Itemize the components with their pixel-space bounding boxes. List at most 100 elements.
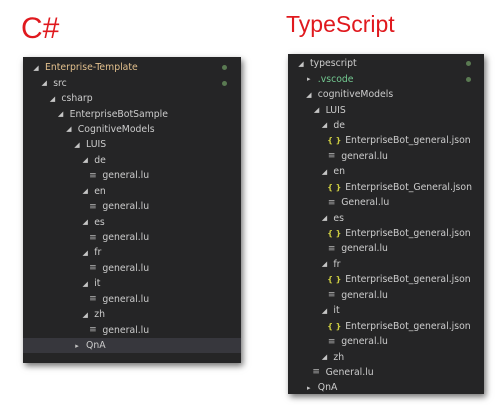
chevron-down-icon[interactable]: ◢ — [80, 218, 90, 226]
tree-item-label: csharp — [61, 93, 93, 105]
lu-file-icon: ≡ — [327, 336, 336, 347]
chevron-down-icon[interactable]: ◢ — [319, 307, 329, 315]
tree-folder-qna[interactable]: ▸ QnA — [288, 380, 484, 394]
tree-item-label: general.lu — [341, 289, 388, 301]
tree-item-label: QnA — [317, 382, 338, 394]
tree-folder-src[interactable]: ◢ src — [23, 75, 241, 90]
tree-item-label: general.lu — [341, 336, 388, 348]
tree-item-label: typescript — [310, 58, 357, 70]
tree-file-general-lu[interactable]: ≡ general.lu — [288, 241, 484, 256]
tree-file-enterprisebot-general-json[interactable]: { } EnterpriseBot_general.json — [288, 318, 484, 333]
tree-file-general-lu[interactable]: ≡ general.lu — [288, 288, 484, 303]
tree-folder-luis[interactable]: ◢ LUIS — [288, 102, 484, 117]
tree-file-general-lu[interactable]: ≡ General.lu — [288, 365, 484, 380]
tree-file-enterprisebot-general-json[interactable]: { } EnterpriseBot_general.json — [288, 272, 484, 287]
tree-folder-qna[interactable]: ▸ QnA — [23, 337, 241, 354]
tree-file-enterprisebot-general-json[interactable]: { } EnterpriseBot_General.json — [288, 180, 484, 195]
tree-item-label: es — [333, 212, 344, 224]
chevron-down-icon[interactable]: ◢ — [80, 280, 90, 288]
chevron-down-icon[interactable]: ◢ — [64, 125, 74, 133]
tree-folder-it[interactable]: ◢ it — [23, 276, 241, 291]
tree-item-label: it — [94, 278, 101, 290]
chevron-down-icon[interactable]: ◢ — [80, 311, 90, 319]
chevron-down-icon[interactable]: ◢ — [47, 95, 57, 103]
tree-folder-it[interactable]: ◢ it — [288, 303, 484, 318]
tree-file-general-lu[interactable]: ≡ general.lu — [288, 149, 484, 164]
tree-item-label: EnterpriseBot_general.json — [345, 135, 471, 147]
tree-item-label: fr — [94, 247, 102, 259]
chevron-down-icon[interactable]: ◢ — [39, 79, 49, 87]
tree-folder-typescript[interactable]: ◢ typescript — [288, 56, 484, 71]
tree-file-general-lu[interactable]: ≡ general.lu — [23, 261, 241, 276]
tree-folder-luis[interactable]: ◢ LUIS — [23, 137, 241, 152]
lu-file-icon: ≡ — [327, 197, 336, 208]
chevron-down-icon[interactable]: ◢ — [296, 60, 306, 68]
tree-folder-zh[interactable]: ◢ zh — [23, 307, 241, 322]
tree-folder-enterprisebotsample[interactable]: ◢ EnterpriseBotSample — [23, 106, 241, 121]
chevron-down-icon[interactable]: ◢ — [80, 187, 90, 195]
chevron-down-icon[interactable]: ◢ — [80, 156, 90, 164]
typescript-heading: TypeScript — [286, 11, 395, 37]
tree-item-label: EnterpriseBot_general.json — [345, 228, 471, 240]
chevron-right-icon[interactable]: ▸ — [304, 75, 314, 83]
tree-folder-enterprise-template[interactable]: ◢ Enterprise-Template — [23, 60, 241, 75]
json-file-icon: { } — [327, 275, 342, 285]
chevron-right-icon[interactable]: ▸ — [304, 384, 314, 392]
lu-file-icon: ≡ — [327, 243, 336, 254]
chevron-down-icon[interactable]: ◢ — [319, 353, 329, 361]
tree-folder-es[interactable]: ◢ es — [288, 210, 484, 225]
tree-file-general-lu[interactable]: ≡ general.lu — [23, 199, 241, 214]
tree-item-label: general.lu — [341, 243, 388, 255]
tree-folder-fr[interactable]: ◢ fr — [23, 245, 241, 260]
chevron-down-icon[interactable]: ◢ — [319, 121, 329, 129]
tree-item-label: it — [333, 305, 340, 317]
tree-file-general-lu[interactable]: ≡ General.lu — [288, 195, 484, 210]
tree-file-enterprisebot-general-json[interactable]: { } EnterpriseBot_general.json — [288, 133, 484, 148]
tree-folder-cognitivemodels[interactable]: ◢ CognitiveModels — [23, 122, 241, 137]
tree-file-general-lu[interactable]: ≡ general.lu — [288, 334, 484, 349]
tree-item-label: general.lu — [341, 150, 388, 162]
tree-folder-vscode[interactable]: ▸ .vscode — [288, 71, 484, 86]
json-file-icon: { } — [327, 229, 342, 239]
tree-folder-es[interactable]: ◢ es — [23, 214, 241, 229]
tree-item-label: zh — [94, 309, 105, 321]
chevron-down-icon[interactable]: ◢ — [312, 106, 322, 114]
tree-file-general-lu[interactable]: ≡ general.lu — [23, 322, 241, 337]
tree-folder-de[interactable]: ◢ de — [288, 118, 484, 133]
tree-folder-en[interactable]: ◢ en — [23, 184, 241, 199]
tree-file-general-lu[interactable]: ≡ general.lu — [23, 230, 241, 245]
tree-file-general-lu[interactable]: ≡ general.lu — [23, 292, 241, 307]
csharp-heading: C# — [21, 12, 60, 45]
tree-item-label: de — [333, 119, 346, 131]
tree-folder-de[interactable]: ◢ de — [23, 153, 241, 168]
json-file-icon: { } — [327, 136, 342, 146]
tree-file-enterprisebot-general-json[interactable]: { } EnterpriseBot_general.json — [288, 226, 484, 241]
tree-folder-cognitivemodels[interactable]: ◢ cognitiveModels — [288, 87, 484, 102]
typescript-explorer-panel: ◢ typescript ▸ .vscode ◢ cognitiveModels ◢ LUIS… — [288, 54, 484, 394]
tree-item-label: general.lu — [102, 170, 150, 182]
chevron-right-icon[interactable]: ▸ — [72, 342, 82, 350]
tree-folder-en[interactable]: ◢ en — [288, 164, 484, 179]
git-status-dot-icon — [466, 76, 471, 82]
tree-folder-csharp[interactable]: ◢ csharp — [23, 91, 241, 106]
chevron-down-icon[interactable]: ◢ — [319, 168, 329, 176]
chevron-down-icon[interactable]: ◢ — [304, 91, 314, 99]
chevron-down-icon[interactable]: ◢ — [31, 64, 41, 72]
chevron-down-icon[interactable]: ◢ — [56, 110, 66, 118]
tree-folder-fr[interactable]: ◢ fr — [288, 257, 484, 272]
tree-item-label: QnA — [86, 340, 106, 352]
tree-folder-zh[interactable]: ◢ zh — [288, 349, 484, 364]
tree-item-label: .vscode — [317, 73, 354, 85]
chevron-down-icon[interactable]: ◢ — [319, 214, 329, 222]
chevron-down-icon[interactable]: ◢ — [80, 249, 90, 257]
chevron-down-icon[interactable]: ◢ — [72, 141, 82, 149]
git-status-dot-icon — [466, 61, 471, 67]
csharp-file-tree: ◢ Enterprise-Template ◢ src ◢ csharp ◢ Enterpri… — [23, 57, 241, 354]
tree-item-label: LUIS — [86, 139, 107, 151]
lu-file-icon: ≡ — [89, 325, 97, 336]
git-status-dot-icon — [222, 65, 227, 71]
tree-file-general-lu[interactable]: ≡ general.lu — [23, 168, 241, 183]
tree-item-label: CognitiveModels — [77, 123, 155, 135]
tree-item-label: general.lu — [102, 201, 150, 213]
chevron-down-icon[interactable]: ◢ — [319, 260, 329, 268]
